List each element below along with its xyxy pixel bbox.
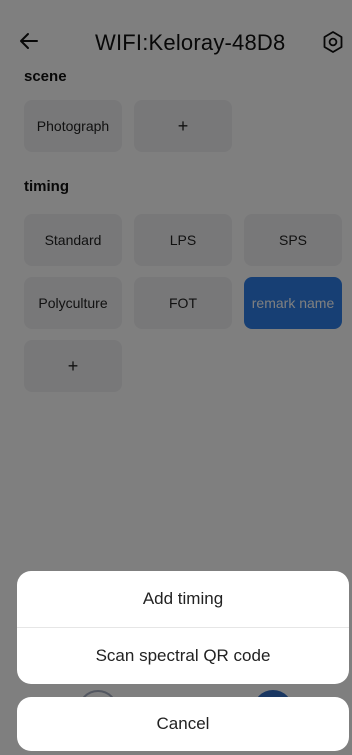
action-sheet: Add timing Scan spectral QR code xyxy=(17,571,349,684)
add-timing-option[interactable]: Add timing xyxy=(17,571,349,627)
scan-qr-option[interactable]: Scan spectral QR code xyxy=(17,628,349,684)
cancel-button[interactable]: Cancel xyxy=(17,697,349,751)
screen: WIFI:Keloray-48D8 scene Photograph + tim… xyxy=(0,0,352,755)
